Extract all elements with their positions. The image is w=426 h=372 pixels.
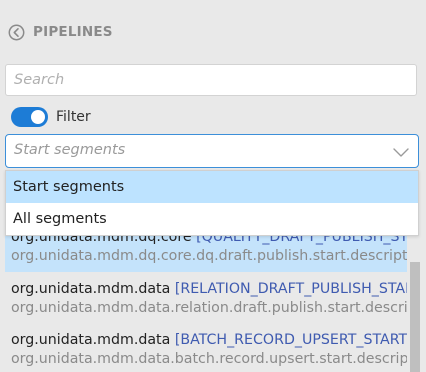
item-package: org.unidata.mdm.data xyxy=(11,332,171,348)
list-item[interactable]: org.unidata.mdm.data [RELATION_DRAFT_PUB… xyxy=(5,274,407,324)
item-package: org.unidata.mdm.data xyxy=(11,281,171,297)
item-description: org.unidata.mdm.data.batch.record.upsert… xyxy=(11,351,407,367)
item-description: org.unidata.mdm.dq.core.dq.draft.publish… xyxy=(11,248,407,264)
segment-select-value: Start segments xyxy=(14,142,126,158)
item-tag: [RELATION_DRAFT_PUBLISH_START] xyxy=(174,281,407,297)
pipeline-list: org.unidata.mdm.dq.core [QUALITY_DRAFT_P… xyxy=(5,222,407,372)
option-all-segments[interactable]: All segments xyxy=(6,203,418,235)
list-item[interactable]: org.unidata.mdm.data [BATCH_RECORD_UPSER… xyxy=(5,325,407,372)
option-start-segments[interactable]: Start segments xyxy=(6,171,418,203)
search-input[interactable] xyxy=(5,64,417,96)
item-description: org.unidata.mdm.data.relation.draft.publ… xyxy=(11,300,407,316)
chevron-down-icon[interactable] xyxy=(392,146,410,158)
page-title: PIPELINES xyxy=(33,24,113,40)
filter-toggle[interactable] xyxy=(11,107,48,127)
toggle-knob xyxy=(31,110,45,124)
panel-header: PIPELINES xyxy=(8,22,113,42)
filter-row: Filter xyxy=(11,106,91,128)
back-arrow-circle-icon[interactable] xyxy=(8,24,25,41)
pipelines-panel: PIPELINES Filter Start segments org.unid… xyxy=(0,0,426,372)
item-tag: [BATCH_RECORD_UPSERT_START] xyxy=(174,332,407,348)
filter-label: Filter xyxy=(56,109,91,125)
segment-select[interactable]: Start segments xyxy=(5,134,419,168)
list-scrollbar[interactable] xyxy=(410,262,420,372)
segment-dropdown-menu: Start segments All segments xyxy=(5,170,419,236)
